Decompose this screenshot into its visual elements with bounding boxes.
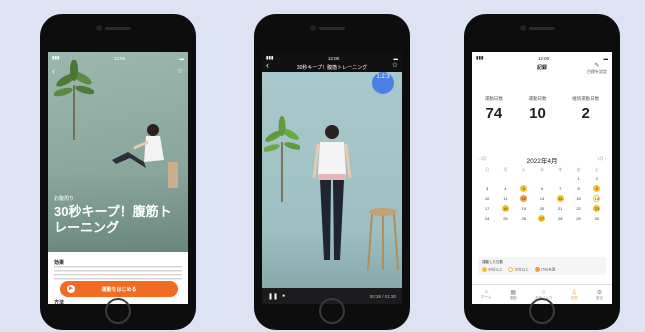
calendar-day[interactable]: 8: [569, 185, 587, 192]
countdown-timer: 1:2:3: [372, 72, 394, 94]
stats-summary: 運動日数 74 運動日数 10 継続運動日数 2: [472, 96, 612, 122]
calendar-day[interactable]: 25: [496, 215, 514, 222]
video-player-screen: ▮▮▮ 12:00 ▬ ‹ 30秒キープ！腹筋トレーニング ☆ 1:2:3 ❚❚ ●…: [262, 52, 402, 304]
calendar-day[interactable]: 7: [551, 185, 569, 192]
calendar-blank: [496, 175, 514, 182]
workout-title: 30秒キープ！腹筋トレーニング: [54, 204, 172, 236]
back-icon[interactable]: ‹: [52, 66, 55, 76]
calendar-blank: [478, 175, 496, 182]
play-icon: ▸: [67, 285, 75, 293]
plant-illustration: [264, 116, 300, 202]
calendar-day[interactable]: 20: [533, 205, 551, 212]
home-button[interactable]: [105, 298, 131, 324]
standing-person-illustration: [312, 125, 352, 260]
calendar-day[interactable]: 18: [496, 205, 514, 212]
stat-month-days: 運動日数 10: [528, 96, 547, 122]
next-month-button[interactable]: 5月 ›: [597, 156, 606, 162]
person-crunch-illustration: [112, 124, 178, 188]
calendar-day[interactable]: 24: [478, 215, 496, 222]
calendar-day[interactable]: 5: [515, 185, 533, 192]
stat-total-days: 運動日数 74: [484, 96, 503, 122]
calendar-blank: [551, 175, 569, 182]
tab-settings[interactable]: ⚙ 設定: [596, 289, 603, 301]
calendar-day[interactable]: 26: [515, 215, 533, 222]
grid-icon: ▦: [510, 289, 517, 296]
legend-item: 30分以上: [482, 267, 502, 272]
calendar-day[interactable]: 9: [588, 185, 606, 192]
calendar-day[interactable]: 27: [533, 215, 551, 222]
favorite-star-icon[interactable]: ☆: [177, 67, 183, 75]
tab-workout[interactable]: ▦ 運動: [510, 289, 517, 301]
speaker: [319, 27, 345, 30]
calendar-blank: [533, 175, 551, 182]
camera: [310, 25, 316, 31]
legend-panel: 運動した日数 30分以上 15分以上 15分未満: [478, 257, 606, 275]
camera: [520, 25, 526, 31]
record-screen: ▮▮▮ 12:00 ▬ 記録 ✎ 目標を設定 運動日数 74 運動日数 10 継続運…: [472, 52, 612, 304]
category-label: お腹周り: [54, 196, 75, 202]
calendar-day[interactable]: 6: [533, 185, 551, 192]
calendar-day[interactable]: 3: [478, 185, 496, 192]
home-button[interactable]: [319, 298, 345, 324]
speaker: [105, 27, 131, 30]
calendar-day[interactable]: 22: [569, 205, 587, 212]
speaker: [529, 27, 555, 30]
pencil-icon: ✎: [594, 63, 600, 69]
favorite-star-icon[interactable]: ☆: [392, 61, 398, 69]
calendar-day[interactable]: 10: [478, 195, 496, 202]
calendar-day[interactable]: 19: [515, 205, 533, 212]
plant-illustration: [54, 60, 94, 140]
tab-record[interactable]: ♙ 記録: [571, 289, 578, 301]
description-text: [54, 266, 182, 280]
person-icon: ♙: [571, 289, 577, 296]
stat-streak-days: 継続運動日数 2: [572, 96, 600, 122]
phone-mockup-2: ▮▮▮ 12:00 ▬ ‹ 30秒キープ！腹筋トレーニング ☆ 1:2:3 ❚❚ ●…: [254, 14, 410, 330]
legend-item: 15分以上: [508, 267, 529, 272]
status-bar: ▮▮▮ 12:00 ▬: [52, 55, 184, 61]
calendar-day[interactable]: 1: [569, 175, 587, 182]
calendar-title: 2022年4月: [526, 158, 558, 165]
calendar-day[interactable]: 4: [496, 185, 514, 192]
calendar-day[interactable]: 21: [551, 205, 569, 212]
calendar-day[interactable]: 16: [588, 195, 606, 202]
calendar-grid: 1 2 3 4 5 6 7 8 9 10 11 12 13 14 15 16 17 18 19 20 21 22 23 24 2…: [478, 175, 606, 222]
weekday-header: 日月火水木金土: [485, 167, 599, 172]
calendar-day[interactable]: 15: [569, 195, 587, 202]
calendar-blank: [515, 175, 533, 182]
legend-item: 15分未満: [534, 267, 555, 272]
calendar-day[interactable]: 12: [515, 195, 533, 202]
phone-mockup-1: ▮▮▮ 12:00 ▬ ‹ ☆ お腹周り 30秒キープ！腹筋トレーニング 効果 ▸ …: [40, 14, 196, 330]
scrubber-handle[interactable]: ●: [282, 293, 285, 299]
calendar-day[interactable]: 30: [588, 215, 606, 222]
star-icon: ☆: [541, 289, 547, 296]
section-heading: 効果: [54, 260, 65, 266]
calendar-day[interactable]: 13: [533, 195, 551, 202]
calendar-day[interactable]: 29: [569, 215, 587, 222]
gear-icon: ⚙: [596, 289, 603, 296]
workout-detail-screen: ▮▮▮ 12:00 ▬ ‹ ☆ お腹周り 30秒キープ！腹筋トレーニング 効果 ▸ …: [48, 52, 188, 304]
calendar-day[interactable]: 11: [496, 195, 514, 202]
pause-icon[interactable]: ❚❚: [268, 293, 278, 300]
start-workout-button[interactable]: ▸ 運動をはじめる: [60, 281, 178, 297]
calendar-day[interactable]: 23: [588, 205, 606, 212]
set-goal-button[interactable]: ✎ 目標を設定: [587, 62, 607, 75]
calendar-day[interactable]: 2: [588, 175, 606, 182]
calendar-day[interactable]: 17: [478, 205, 496, 212]
phone-mockup-3: ▮▮▮ 12:00 ▬ 記録 ✎ 目標を設定 運動日数 74 運動日数 10 継続運…: [464, 14, 620, 330]
start-workout-label: 運動をはじめる: [101, 286, 137, 293]
stool-illustration: [367, 208, 399, 271]
section-heading-2: 方法: [54, 300, 65, 304]
time-readout: 00:36 / 01:30: [369, 293, 396, 299]
home-button[interactable]: [529, 298, 555, 324]
camera: [96, 25, 102, 31]
calendar-day[interactable]: 14: [551, 195, 569, 202]
tab-home[interactable]: ⌂ ホーム: [481, 289, 491, 300]
calendar-day[interactable]: 28: [551, 215, 569, 222]
status-bar: ▮▮▮ 12:00 ▬: [476, 55, 608, 61]
